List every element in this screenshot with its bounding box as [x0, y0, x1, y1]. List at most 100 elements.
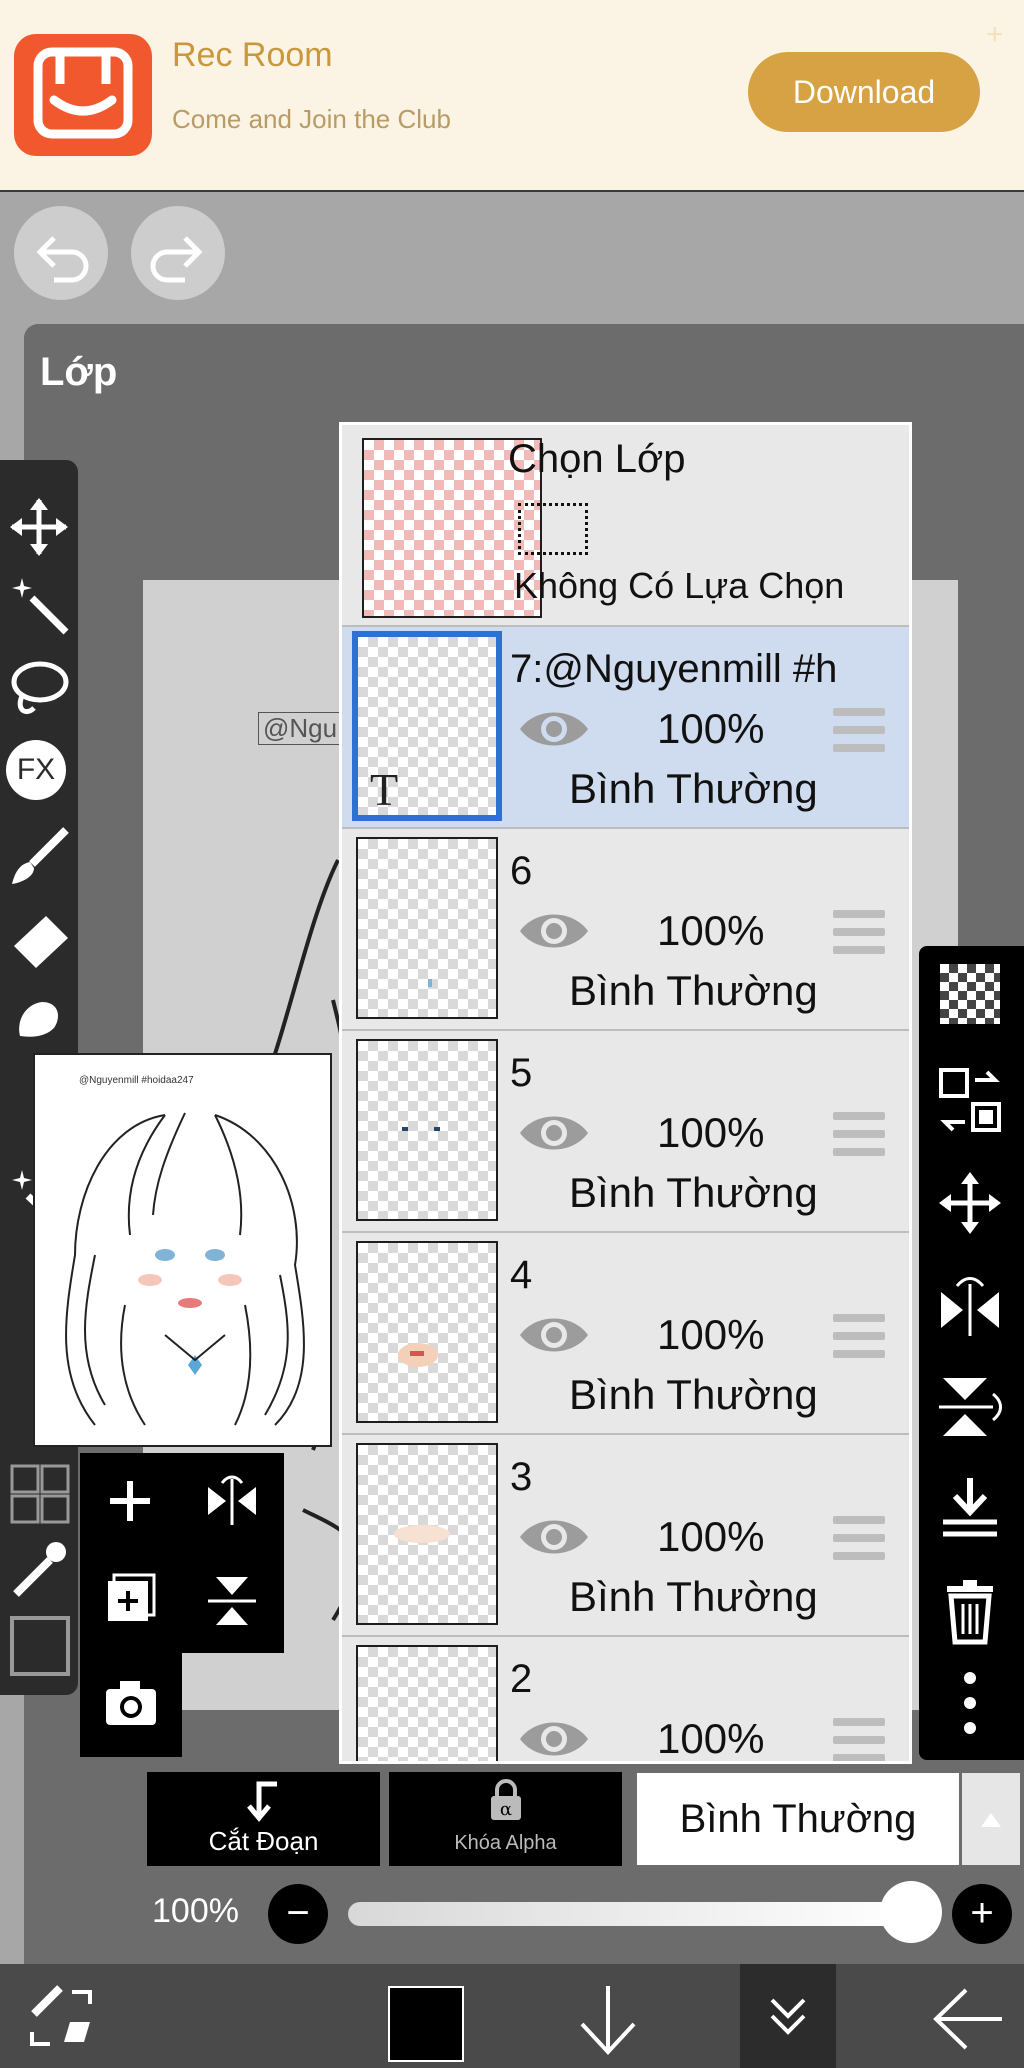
layer-row-3[interactable]: 3 100% Bình Thường [342, 1435, 909, 1637]
layer-opacity: 100% [657, 1513, 765, 1560]
layer-row-7[interactable]: T 7:@Nguyenmill #h 100% Bình Thường [342, 627, 909, 829]
selection-subtitle: Không Có Lựa Chọn [514, 565, 845, 606]
visibility-eye-icon[interactable] [518, 1513, 590, 1561]
duplicate-layer-icon[interactable] [102, 1571, 158, 1627]
layer-opacity: 100% [657, 907, 765, 954]
merge-down-icon[interactable] [935, 1474, 1005, 1544]
visibility-eye-icon[interactable] [518, 907, 590, 955]
eraser-icon[interactable] [6, 908, 72, 974]
layer-name: 5 [510, 1051, 533, 1095]
ad-title: Rec Room [172, 36, 333, 74]
visibility-eye-icon[interactable] [518, 1311, 590, 1359]
layer-blend-mode: Bình Thường [569, 1371, 818, 1418]
undo-icon [36, 236, 89, 283]
layer-thumbnail [356, 1039, 498, 1221]
layer-name: 6 [510, 849, 533, 893]
alpha-lock-label: Khóa Alpha [454, 1832, 557, 1854]
ad-download-button[interactable]: Download [748, 52, 980, 132]
drag-handle-icon[interactable] [833, 1516, 885, 1560]
move-layer-icon[interactable] [935, 1168, 1005, 1238]
redo-button[interactable] [131, 206, 225, 300]
visibility-eye-icon[interactable] [518, 1715, 590, 1763]
right-toolbar [919, 946, 1024, 1760]
lasso-icon[interactable] [6, 656, 72, 722]
camera-icon [106, 1681, 156, 1725]
opacity-decrease-button[interactable]: − [268, 1884, 328, 1944]
brush-icon[interactable] [6, 824, 72, 890]
trash-icon[interactable] [935, 1576, 1005, 1646]
bottom-nav [0, 1964, 1024, 2068]
layer-name: 3 [510, 1455, 533, 1499]
redo-icon [150, 236, 203, 283]
alpha-lock-button[interactable]: α Khóa Alpha [389, 1772, 622, 1866]
clip-arrow-icon [247, 1781, 277, 1822]
flip-layer-horizontal-icon[interactable] [935, 1270, 1005, 1340]
opacity-label: 100% [152, 1892, 239, 1930]
layer-row-6[interactable]: 6 100% Bình Thường [342, 829, 909, 1031]
flip-layer-vertical-icon[interactable] [935, 1372, 1005, 1442]
layer-row-4[interactable]: 4 100% Bình Thường [342, 1233, 909, 1435]
layer-thumbnail [356, 1241, 498, 1423]
clipping-label: Cắt Đoạn [208, 1826, 319, 1856]
layer-blend-mode: Bình Thường [569, 765, 818, 812]
move-tool-icon[interactable] [6, 494, 72, 560]
visibility-eye-icon[interactable] [518, 1109, 590, 1157]
layer-grid-icon[interactable] [6, 1460, 72, 1526]
download-arrow-icon[interactable] [572, 1982, 644, 2058]
layer-opacity: 100% [657, 705, 765, 752]
current-color-swatch[interactable] [388, 1986, 464, 2062]
brush-eraser-toggle-icon[interactable] [24, 1982, 100, 2052]
camera-button[interactable] [80, 1653, 182, 1757]
lock-icon: α [491, 1779, 521, 1820]
layer-blend-mode: Bình Thường [569, 1169, 818, 1216]
svg-text:α: α [500, 1799, 512, 1820]
flip-vertical-icon[interactable] [204, 1571, 260, 1631]
panel-title: Lớp [40, 350, 118, 394]
visibility-eye-icon[interactable] [518, 705, 590, 753]
drag-handle-icon[interactable] [833, 1718, 885, 1761]
opacity-slider-knob[interactable] [880, 1881, 942, 1943]
selection-layer-row[interactable]: Chọn Lớp Không Có Lựa Chọn [342, 425, 909, 627]
clipping-button[interactable]: Cắt Đoạn [147, 1772, 380, 1866]
opacity-increase-button[interactable]: + [952, 1884, 1012, 1944]
layer-actions-box [80, 1453, 284, 1653]
layer-blend-mode: Bình Thường [569, 967, 818, 1014]
layer-opacity: 100% [657, 1109, 765, 1156]
caret-up-icon [981, 1813, 1001, 1827]
add-layer-button[interactable] [102, 1473, 158, 1529]
layer-thumbnail [356, 837, 498, 1019]
ad-banner[interactable]: Rec Room Come and Join the Club Download… [0, 0, 1024, 192]
rec-room-logo-icon[interactable] [14, 34, 152, 156]
flip-horizontal-icon[interactable] [202, 1473, 262, 1529]
transparency-icon[interactable] [940, 964, 1000, 1024]
layer-list[interactable]: Chọn Lớp Không Có Lựa Chọn T 7:@Nguyenmi… [339, 422, 912, 1764]
ad-plus-icon: + [986, 18, 1004, 51]
blend-mode-dropdown-button[interactable] [962, 1773, 1020, 1865]
layer-row-2[interactable]: 2 100% [342, 1637, 909, 1763]
canvas-preview[interactable]: @Nguyenmill #hoidaa247 [33, 1053, 332, 1447]
opacity-slider[interactable] [348, 1902, 916, 1926]
drag-handle-icon[interactable] [833, 910, 885, 954]
layer-row-5[interactable]: 5 100% Bình Thường [342, 1031, 909, 1233]
blend-mode-select[interactable]: Bình Thường [637, 1773, 959, 1865]
layer-thumbnail [356, 1443, 498, 1625]
fx-filter-icon[interactable]: FX [6, 740, 72, 806]
smudge-icon[interactable] [6, 990, 72, 1056]
layer-thumbnail: T [352, 631, 502, 821]
text-layer-badge: T [370, 764, 399, 815]
layer-opacity: 100% [657, 1715, 765, 1762]
drag-handle-icon[interactable] [833, 1314, 885, 1358]
layer-opacity: 100% [657, 1311, 765, 1358]
layers-button[interactable] [740, 1964, 836, 2068]
back-arrow-icon[interactable] [930, 1984, 1006, 2054]
drag-handle-icon[interactable] [833, 708, 885, 752]
canvas-frame-icon[interactable] [6, 1610, 72, 1676]
drag-handle-icon[interactable] [833, 1112, 885, 1156]
swap-layers-icon[interactable] [935, 1066, 1005, 1136]
layer-name: 2 [510, 1657, 533, 1701]
more-options-icon[interactable] [935, 1668, 1005, 1738]
undo-button[interactable] [14, 206, 108, 300]
double-chevron-down-icon [770, 1998, 806, 2035]
magic-wand-icon[interactable] [6, 572, 72, 638]
eyedropper-icon[interactable] [6, 1536, 72, 1602]
